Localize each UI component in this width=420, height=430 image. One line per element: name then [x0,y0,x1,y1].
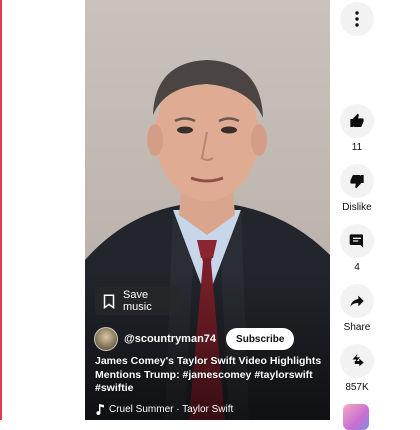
action-rail: 11 Dislike 4 Share 857K [336,0,378,430]
video-title[interactable]: James Comey's Taylor Swift Video Highlig… [95,355,323,396]
thumb-down-icon [350,175,364,189]
share-icon [350,295,364,307]
comment-icon [349,234,363,248]
like-button[interactable] [340,104,374,138]
like-count: 11 [351,142,363,153]
music-attribution[interactable]: Cruel Summer · Taylor Swift [95,403,233,415]
more-vert-icon [355,11,359,27]
channel-avatar[interactable] [94,327,118,351]
hashtag-link[interactable]: #taylorswift [254,369,312,381]
share-label: Share [343,322,371,333]
music-title: Cruel Summer · Taylor Swift [109,403,234,415]
bookmark-icon [103,293,115,309]
save-music-button[interactable]: Save music [95,287,179,315]
comments-button[interactable] [340,224,374,258]
thumb-up-icon [350,113,364,127]
remix-button[interactable] [340,344,374,378]
channel-row: @scountryman74 Subscribe [94,327,295,351]
subscribe-button[interactable]: Subscribe [226,328,295,350]
comment-count: 4 [354,262,360,273]
dislike-button[interactable] [340,164,374,198]
page-edge-accent [0,0,2,420]
sound-thumbnail[interactable] [343,404,369,430]
more-options-button[interactable] [340,2,374,36]
hashtag-link[interactable]: #swiftie [95,382,134,394]
dislike-label: Dislike [342,202,372,213]
channel-handle[interactable]: @scountryman74 [124,333,216,345]
remix-count: 857K [345,382,369,393]
remix-icon [352,353,364,367]
share-button[interactable] [340,284,374,318]
save-music-label: Save music [123,289,152,313]
hashtag-link[interactable]: #jamescomey [183,369,252,381]
music-note-icon [96,404,104,415]
